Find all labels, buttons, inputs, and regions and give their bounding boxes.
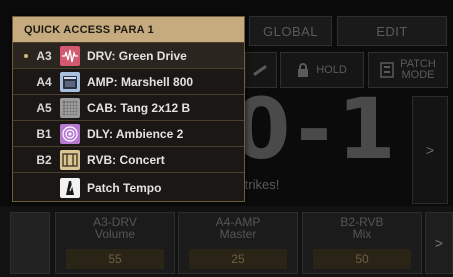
- quick-access-item-b2[interactable]: B2 RVB: Concert: [13, 146, 244, 172]
- param-knob-drive-volume[interactable]: A3-DRV Volume 55: [55, 212, 175, 274]
- param-knob-amp-master[interactable]: A4-AMP Master 25: [178, 212, 298, 274]
- param-label: A3-DRV Volume: [93, 215, 137, 241]
- drive-icon: [60, 45, 80, 66]
- next-page-button[interactable]: >: [425, 212, 453, 274]
- param-value: 55: [66, 249, 164, 269]
- param-value: 25: [189, 249, 287, 269]
- quick-access-item-patch-tempo[interactable]: Patch Tempo: [13, 172, 244, 202]
- patch-mode-icon: [380, 62, 394, 78]
- quick-access-item-a5[interactable]: A5 CAB: Tang 2x12 B: [13, 94, 244, 120]
- quick-access-item-a3[interactable]: A3 DRV: Green Drive: [13, 42, 244, 68]
- quick-access-item-b1[interactable]: B1 DLY: Ambience 2: [13, 120, 244, 146]
- param-label: B2-RVB Mix: [340, 215, 384, 241]
- fx-label: Patch Tempo: [87, 180, 162, 195]
- fx-label: AMP: Marshell 800: [87, 74, 194, 89]
- global-button[interactable]: GLOBAL: [249, 16, 332, 46]
- fx-label: DRV: Green Drive: [87, 48, 187, 63]
- param-knob-reverb-mix[interactable]: B2-RVB Mix 50: [302, 212, 422, 274]
- lock-icon: [298, 63, 309, 77]
- quick-access-item-a4[interactable]: A4 AMP: Marshell 800: [13, 68, 244, 94]
- selected-bullet-icon: [24, 53, 28, 58]
- slot-label: A3: [36, 48, 52, 63]
- param-label: A4-AMP Master: [215, 215, 261, 241]
- edit-button[interactable]: EDIT: [337, 16, 447, 46]
- tuner-icon: [253, 65, 267, 76]
- slot-label: A5: [36, 100, 52, 115]
- amp-icon: [60, 71, 80, 92]
- hold-label: HOLD: [316, 64, 347, 76]
- fx-label: DLY: Ambience 2: [87, 126, 184, 141]
- popup-header: QUICK ACCESS PARA 1: [13, 17, 244, 42]
- slot-label: B2: [36, 152, 52, 167]
- page-tab[interactable]: [10, 212, 50, 274]
- patch-mode-label: PATCH MODE: [400, 58, 436, 81]
- quick-access-popup: QUICK ACCESS PARA 1 A3 DRV: Green Drive …: [12, 16, 245, 202]
- patch-number: 0-1: [232, 80, 402, 178]
- screen: GLOBAL EDIT HOLD PATCH MODE 0-1 Strikes!…: [0, 0, 453, 277]
- fx-label: CAB: Tang 2x12 B: [87, 100, 191, 115]
- popup-title: QUICK ACCESS PARA 1: [24, 23, 154, 36]
- param-value: 50: [313, 249, 411, 269]
- slot-label: A4: [36, 74, 52, 89]
- cab-icon: [60, 97, 80, 118]
- fx-label: RVB: Concert: [87, 152, 165, 167]
- slot-label: B1: [36, 126, 52, 141]
- reverb-icon: [60, 149, 80, 170]
- delay-icon: [60, 123, 80, 144]
- metronome-icon: [60, 177, 80, 198]
- next-patch-button[interactable]: >: [412, 96, 448, 204]
